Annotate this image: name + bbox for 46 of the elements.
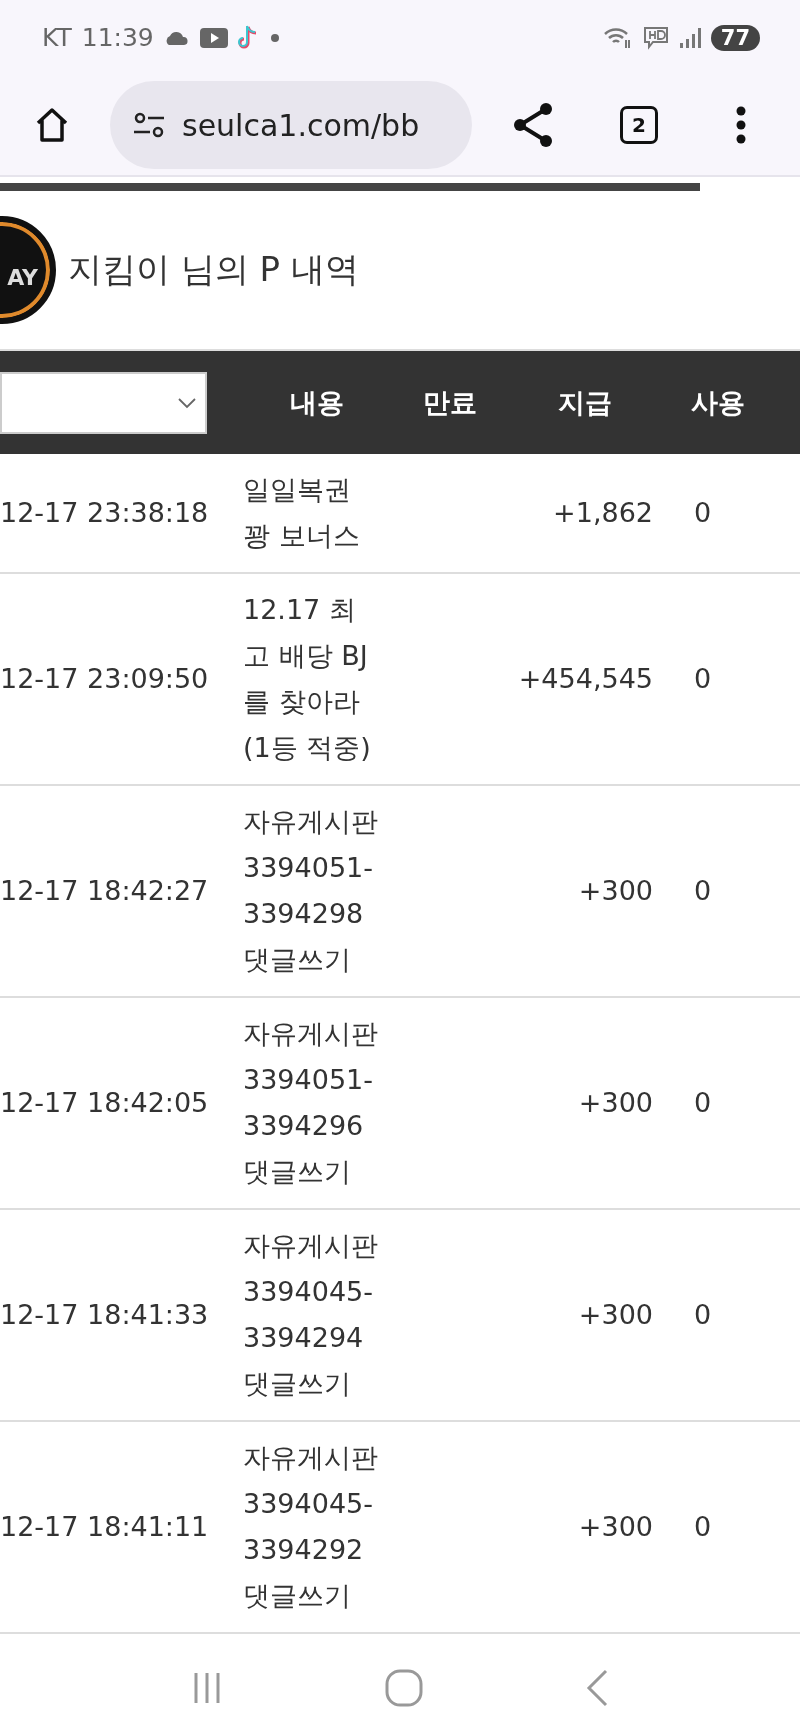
back-icon[interactable] bbox=[585, 1669, 609, 1707]
content-cell-text: 12.17 최 고 배당 BJ 를 찾아라 (1등 적중) bbox=[242, 593, 372, 765]
date-cell-text: 12-17 18:42:05 bbox=[0, 1086, 210, 1120]
home-button-icon[interactable] bbox=[385, 1669, 423, 1707]
column-header: 내용 bbox=[289, 385, 345, 420]
used-cell-text: 0 bbox=[692, 1298, 713, 1332]
content-cell-text: 자유게시판 3394051- 3394298 댓글쓰기 bbox=[242, 805, 379, 977]
column-header: 지급 bbox=[557, 385, 613, 420]
date-cell-text: 12-17 18:41:11 bbox=[0, 1510, 210, 1544]
date-cell-text: 12-17 23:09:50 bbox=[0, 662, 210, 696]
content-cell-text: 자유게시판 3394051- 3394296 댓글쓰기 bbox=[242, 1017, 379, 1189]
date-cell-text: 12-17 23:38:18 bbox=[0, 496, 210, 530]
battery-indicator: 77 bbox=[710, 24, 760, 51]
paid-cell-text: +300 bbox=[577, 1086, 654, 1120]
carrier-label: KT bbox=[42, 23, 72, 52]
logo: AY bbox=[0, 216, 56, 324]
signal-icon bbox=[678, 26, 701, 49]
play-icon bbox=[199, 27, 228, 48]
dot-icon bbox=[269, 32, 280, 43]
used-cell-text: 0 bbox=[692, 662, 713, 696]
site-settings-icon[interactable] bbox=[132, 110, 166, 140]
wifi-icon bbox=[602, 25, 633, 50]
used-cell-text: 0 bbox=[692, 496, 713, 530]
date-cell-text: 12-17 18:41:33 bbox=[0, 1298, 210, 1332]
chevron-down-icon bbox=[177, 396, 197, 409]
address-bar[interactable]: seulca1.com/bb bbox=[110, 81, 472, 169]
clock: 11:39 bbox=[81, 23, 154, 52]
used-cell-text: 0 bbox=[692, 874, 713, 908]
paid-cell-text: +300 bbox=[577, 874, 654, 908]
column-header: 사용 bbox=[690, 385, 746, 420]
page-title: 지킴이 님의 P 내역 bbox=[68, 248, 359, 291]
date-cell-text: 12-17 18:42:27 bbox=[0, 874, 210, 908]
content-cell-text: 자유게시판 3394045- 3394292 댓글쓰기 bbox=[242, 1441, 379, 1613]
content-cell-text: 일일복권 꽝 보너스 bbox=[242, 473, 361, 553]
used-cell-text: 0 bbox=[692, 1086, 713, 1120]
tab-count-button[interactable]: 2 bbox=[620, 106, 658, 144]
url-text: seulca1.com/bb bbox=[182, 107, 420, 143]
paid-cell-text: +300 bbox=[577, 1510, 654, 1544]
column-header: 만료 bbox=[422, 385, 478, 420]
menu-icon[interactable] bbox=[734, 105, 748, 145]
used-cell-text: 0 bbox=[692, 1510, 713, 1544]
hd-icon bbox=[642, 25, 669, 50]
content-cell-text: 자유게시판 3394045- 3394294 댓글쓰기 bbox=[242, 1229, 379, 1401]
paid-cell-text: +454,545 bbox=[517, 662, 654, 696]
paid-cell-text: +300 bbox=[577, 1298, 654, 1332]
paid-cell-text: +1,862 bbox=[552, 496, 654, 530]
